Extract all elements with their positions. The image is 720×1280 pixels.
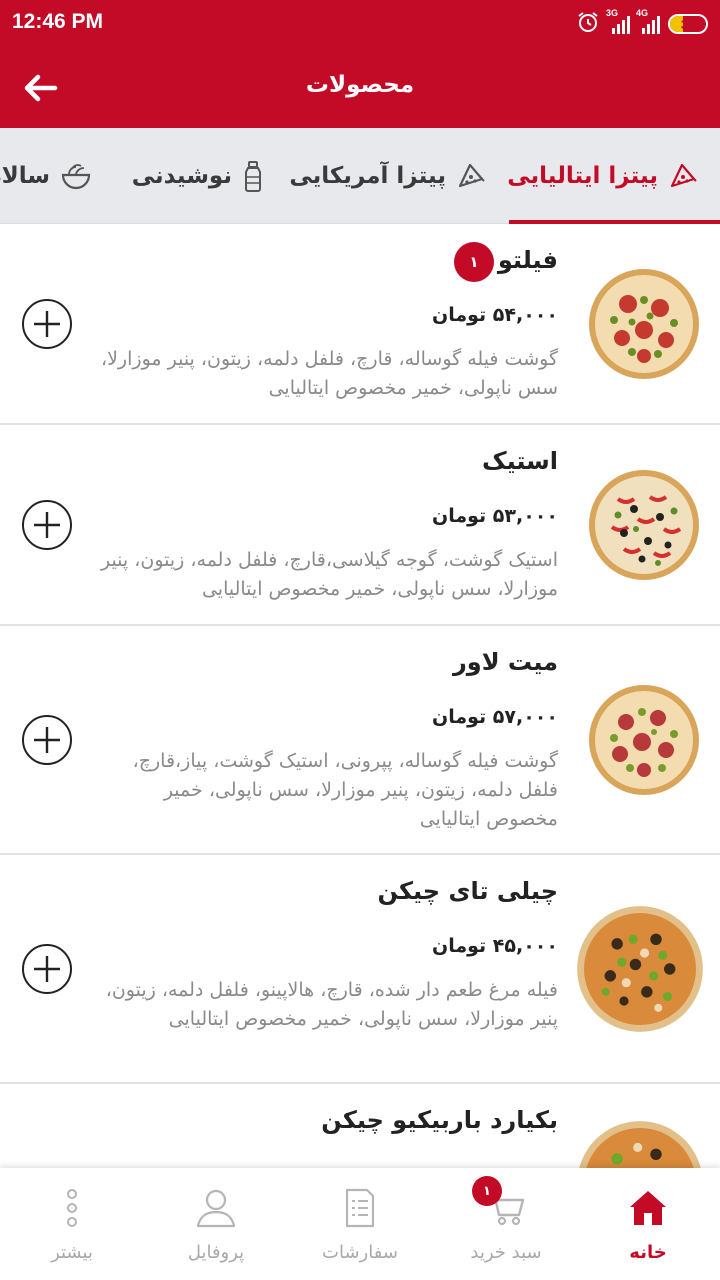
tab-label: پیتزا آمریکایی: [289, 163, 446, 189]
plus-icon: [34, 512, 60, 538]
nav-label: خانه: [629, 1242, 667, 1263]
nav-profile[interactable]: پروفایل: [144, 1168, 288, 1280]
orders-list-icon: [338, 1186, 382, 1230]
status-bar: 12:46 PM 3G 4G 36: [0, 0, 720, 48]
product-item[interactable]: بکیارد باربیکیو چیکن: [0, 1084, 720, 1168]
battery-icon: 36: [668, 14, 708, 34]
plus-icon: [34, 727, 60, 753]
tab-drinks[interactable]: نوشیدنی: [132, 128, 264, 224]
profile-icon: [194, 1186, 238, 1230]
product-item[interactable]: استیک ۵۳,۰۰۰ تومان استیک گوشت، گوجه گیلا…: [0, 425, 720, 626]
nav-label: بیشتر: [51, 1242, 93, 1263]
product-name: بکیارد باربیکیو چیکن: [321, 1106, 558, 1134]
pizza-image: [579, 1121, 701, 1168]
product-name: چیلی تای چیکن: [377, 877, 558, 905]
category-tabs: پیتزا ایتالیایی پیتزا آمریکایی نوشیدنی س…: [0, 128, 720, 224]
tab-american-pizza[interactable]: پیتزا آمریکایی: [289, 128, 486, 224]
product-description: استیک گوشت، گوجه گیلاسی،قارچ، فلفل دلمه،…: [100, 549, 558, 600]
battery-level: 36: [680, 16, 696, 32]
tab-label: نوشیدنی: [131, 163, 232, 189]
nav-orders[interactable]: سفارشات: [288, 1168, 432, 1280]
alarm-icon: [576, 10, 600, 38]
more-dots-icon: [50, 1186, 94, 1230]
nav-label: سبد خرید: [470, 1242, 542, 1263]
pizza-image: [589, 470, 699, 580]
tab-italian-pizza[interactable]: پیتزا ایتالیایی: [507, 128, 698, 224]
tab-label: سالاد: [0, 163, 50, 189]
app-bar: محصولات: [0, 48, 720, 128]
signal-4g-icon: 4G: [636, 8, 660, 34]
product-price: ۵۷,۰۰۰ تومان: [432, 706, 558, 728]
cart-quantity-badge: ۱: [454, 242, 494, 282]
nav-cart[interactable]: ۱ سبد خرید: [434, 1168, 578, 1280]
tab-salad[interactable]: سالاد: [0, 128, 92, 224]
product-item[interactable]: چیلی تای چیکن ۴۵,۰۰۰ تومان فیله مرغ طعم …: [0, 855, 720, 1084]
nav-home[interactable]: خانه: [576, 1168, 720, 1280]
product-name: میت لاور: [452, 648, 558, 676]
add-to-cart-button[interactable]: [22, 715, 72, 765]
nav-label: پروفایل: [187, 1242, 245, 1263]
plus-icon: [34, 311, 60, 337]
product-description: فیله مرغ طعم دار شده، قارچ، هالاپینو، فل…: [105, 979, 558, 1030]
nav-label: سفارشات: [322, 1242, 398, 1263]
add-to-cart-button[interactable]: [22, 299, 72, 349]
add-to-cart-button[interactable]: [22, 500, 72, 550]
product-name: فیلتو: [497, 246, 558, 274]
home-icon: [626, 1186, 670, 1230]
bottle-icon: [245, 161, 261, 192]
product-item[interactable]: فیلتو ۱ ۵۴,۰۰۰ تومان گوشت فیله گوساله، ق…: [0, 224, 720, 425]
product-description: گوشت فیله گوساله، پپرونی، استیک گوشت، پی…: [132, 750, 558, 830]
status-time: 12:46 PM: [12, 10, 104, 33]
pizza-image: [577, 906, 703, 1032]
product-price: ۴۵,۰۰۰ تومان: [432, 935, 558, 957]
tab-label: پیتزا ایتالیایی: [507, 163, 658, 189]
product-item[interactable]: میت لاور ۵۷,۰۰۰ تومان گوشت فیله گوساله، …: [0, 626, 720, 855]
pizza-slice-icon: [458, 163, 485, 188]
signal-3g-icon: 3G: [606, 8, 630, 34]
pizza-image: [589, 269, 699, 379]
product-description: گوشت فیله گوساله، قارچ، فلفل دلمه، زیتون…: [100, 348, 558, 399]
product-name: استیک: [482, 447, 558, 475]
bottom-navigation: خانه ۱ سبد خرید سفارشات پروفایل بیشتر: [0, 1168, 720, 1280]
status-icons: 3G 4G 36: [576, 8, 708, 38]
page-title: محصولات: [305, 72, 415, 98]
product-price: ۵۴,۰۰۰ تومان: [432, 304, 558, 326]
plus-icon: [34, 956, 60, 982]
product-price: ۵۳,۰۰۰ تومان: [432, 505, 558, 527]
add-to-cart-button[interactable]: [22, 944, 72, 994]
pizza-image: [589, 685, 699, 795]
pizza-slice-icon: [670, 163, 697, 188]
product-list[interactable]: فیلتو ۱ ۵۴,۰۰۰ تومان گوشت فیله گوساله، ق…: [0, 224, 720, 1168]
nav-more[interactable]: بیشتر: [0, 1168, 144, 1280]
cart-count-badge: ۱: [472, 1176, 502, 1206]
salad-bowl-icon: [61, 164, 91, 190]
